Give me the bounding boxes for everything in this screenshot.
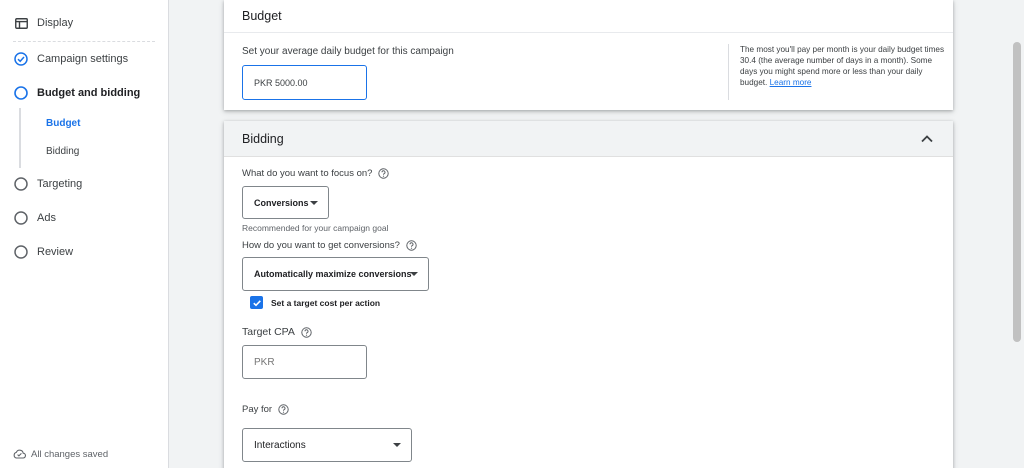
budget-help-text: The most you'll pay per month is your da… [740, 44, 945, 88]
focus-hint: Recommended for your campaign goal [242, 223, 389, 233]
circle-icon [13, 85, 29, 101]
pay-for-dropdown-value: Interactions [254, 439, 306, 451]
sidebar-divider [13, 41, 155, 42]
help-icon[interactable] [406, 240, 417, 251]
sidebar-subitem-bidding[interactable]: Bidding [46, 146, 79, 157]
target-cpa-checkbox-label: Set a target cost per action [271, 297, 381, 308]
budget-card: Budget Set your average daily budget for… [224, 0, 953, 110]
pay-for-label: Pay for [242, 404, 273, 415]
circle-icon [13, 210, 29, 226]
circle-icon [13, 244, 29, 260]
bidding-title: Bidding [242, 131, 284, 146]
sidebar-item-label: Review [37, 246, 74, 258]
sidebar-item-targeting[interactable]: Targeting [0, 176, 82, 192]
chevron-up-icon[interactable] [919, 131, 935, 147]
sidebar: Display Campaign settings Budget and bid… [0, 0, 169, 468]
sidebar-item-display[interactable]: Display [0, 15, 73, 31]
page-scrollbar[interactable] [1010, 0, 1024, 468]
help-icon[interactable] [278, 404, 289, 415]
help-icon[interactable] [378, 168, 390, 179]
pay-for-dropdown[interactable]: Interactions [242, 428, 412, 462]
circle-icon [13, 176, 29, 192]
sidebar-subitem-budget[interactable]: Budget [46, 118, 80, 129]
budget-label: Set your average daily budget for this c… [242, 46, 454, 57]
daily-budget-input[interactable] [242, 65, 367, 100]
sidebar-item-review[interactable]: Review [0, 244, 73, 260]
bidding-card: Bidding What do you want to focus on? Co… [224, 121, 953, 468]
sidebar-subitem-line [19, 108, 21, 168]
sidebar-item-ads[interactable]: Ads [0, 210, 56, 226]
save-status: All changes saved [13, 448, 108, 461]
conversions-dropdown-value: Automatically maximize conversions [254, 269, 412, 279]
target-cpa-label-text: Target CPA [242, 326, 295, 338]
budget-divider [728, 44, 729, 100]
sidebar-item-budget-and-bidding[interactable]: Budget and bidding [0, 85, 140, 101]
sidebar-item-label: Campaign settings [37, 53, 129, 65]
focus-dropdown-value: Conversions [254, 197, 309, 208]
dropdown-arrow-icon [410, 272, 418, 276]
target-cpa-checkbox[interactable] [250, 296, 263, 309]
learn-more-link[interactable]: Learn more [770, 78, 812, 87]
target-cpa-checkbox-row[interactable]: Set a target cost per action [250, 296, 380, 309]
display-window-icon [13, 15, 29, 31]
conversions-question-label: How do you want to get conversions? [242, 240, 400, 251]
check-circle-icon [13, 51, 29, 67]
cloud-done-icon [13, 448, 26, 461]
conversions-question: How do you want to get conversions? [242, 240, 417, 251]
target-cpa-label: Target CPA [242, 326, 312, 338]
focus-dropdown[interactable]: Conversions [242, 186, 329, 219]
sidebar-item-campaign-settings[interactable]: Campaign settings [0, 51, 128, 67]
sidebar-item-label: Ads [37, 212, 56, 224]
bidding-header[interactable]: Bidding [224, 121, 953, 157]
sidebar-item-label: Targeting [37, 178, 83, 190]
focus-question-label: What do you want to focus on? [242, 168, 373, 179]
budget-title: Budget [224, 0, 953, 33]
help-icon[interactable] [301, 326, 312, 338]
dropdown-arrow-icon [393, 443, 401, 447]
target-cpa-input[interactable] [242, 345, 367, 379]
scrollbar-thumb[interactable] [1013, 42, 1021, 342]
dropdown-arrow-icon [310, 200, 318, 205]
pay-for-question: Pay for [242, 404, 289, 415]
focus-question: What do you want to focus on? [242, 168, 390, 179]
sidebar-item-label: Budget and bidding [37, 87, 141, 99]
conversions-dropdown[interactable]: Automatically maximize conversions [242, 257, 429, 291]
sidebar-item-label: Display [37, 17, 74, 29]
save-status-label: All changes saved [31, 449, 109, 460]
